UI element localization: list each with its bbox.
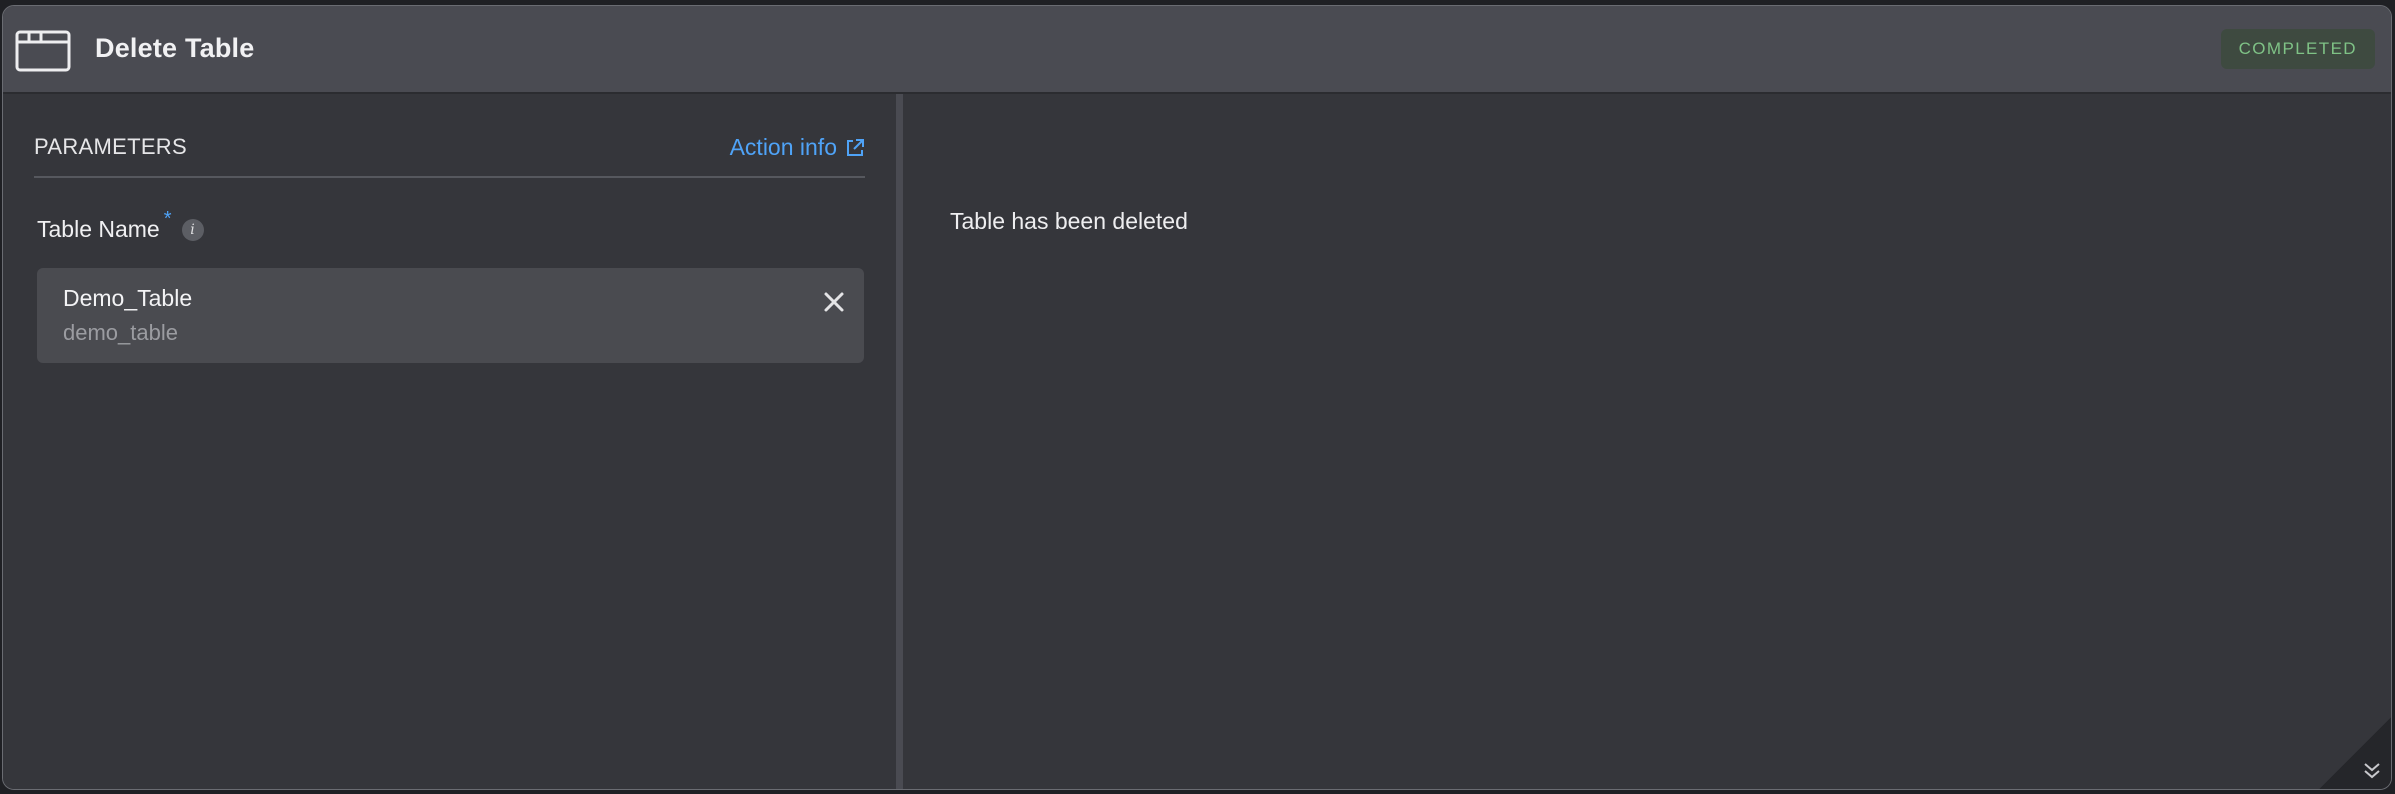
- action-info-label: Action info: [729, 134, 837, 160]
- selected-table-name: Demo_Table: [63, 285, 193, 311]
- panel-divider[interactable]: [896, 94, 903, 789]
- corner-fold: [2319, 717, 2391, 789]
- window-header: Delete Table COMPLETED: [3, 6, 2391, 94]
- window-icon: [15, 30, 71, 72]
- result-panel: Table has been deleted: [903, 94, 2391, 789]
- parameters-title: PARAMETERS: [34, 134, 187, 159]
- page-title: Delete Table: [95, 33, 255, 63]
- table-name-label-row: Table Name * i: [37, 208, 204, 243]
- action-info-link[interactable]: Action info: [730, 134, 865, 161]
- info-icon[interactable]: i: [181, 218, 204, 241]
- action-window: Delete Table COMPLETED PARAMETERS Action…: [2, 5, 2392, 790]
- selected-table-card[interactable]: Demo_Table demo_table: [37, 268, 864, 363]
- parameters-panel: PARAMETERS Action info Table Name * i De…: [3, 94, 896, 789]
- table-name-label: Table Name: [37, 216, 160, 242]
- parameters-header: PARAMETERS Action info: [34, 134, 865, 178]
- required-marker: *: [163, 208, 172, 230]
- double-chevron-down-icon[interactable]: [2361, 759, 2383, 781]
- selected-table-id: demo_table: [63, 320, 178, 345]
- status-badge: COMPLETED: [2220, 29, 2375, 69]
- external-link-icon: [847, 138, 864, 156]
- close-icon[interactable]: [822, 290, 846, 314]
- result-message: Table has been deleted: [950, 208, 1188, 234]
